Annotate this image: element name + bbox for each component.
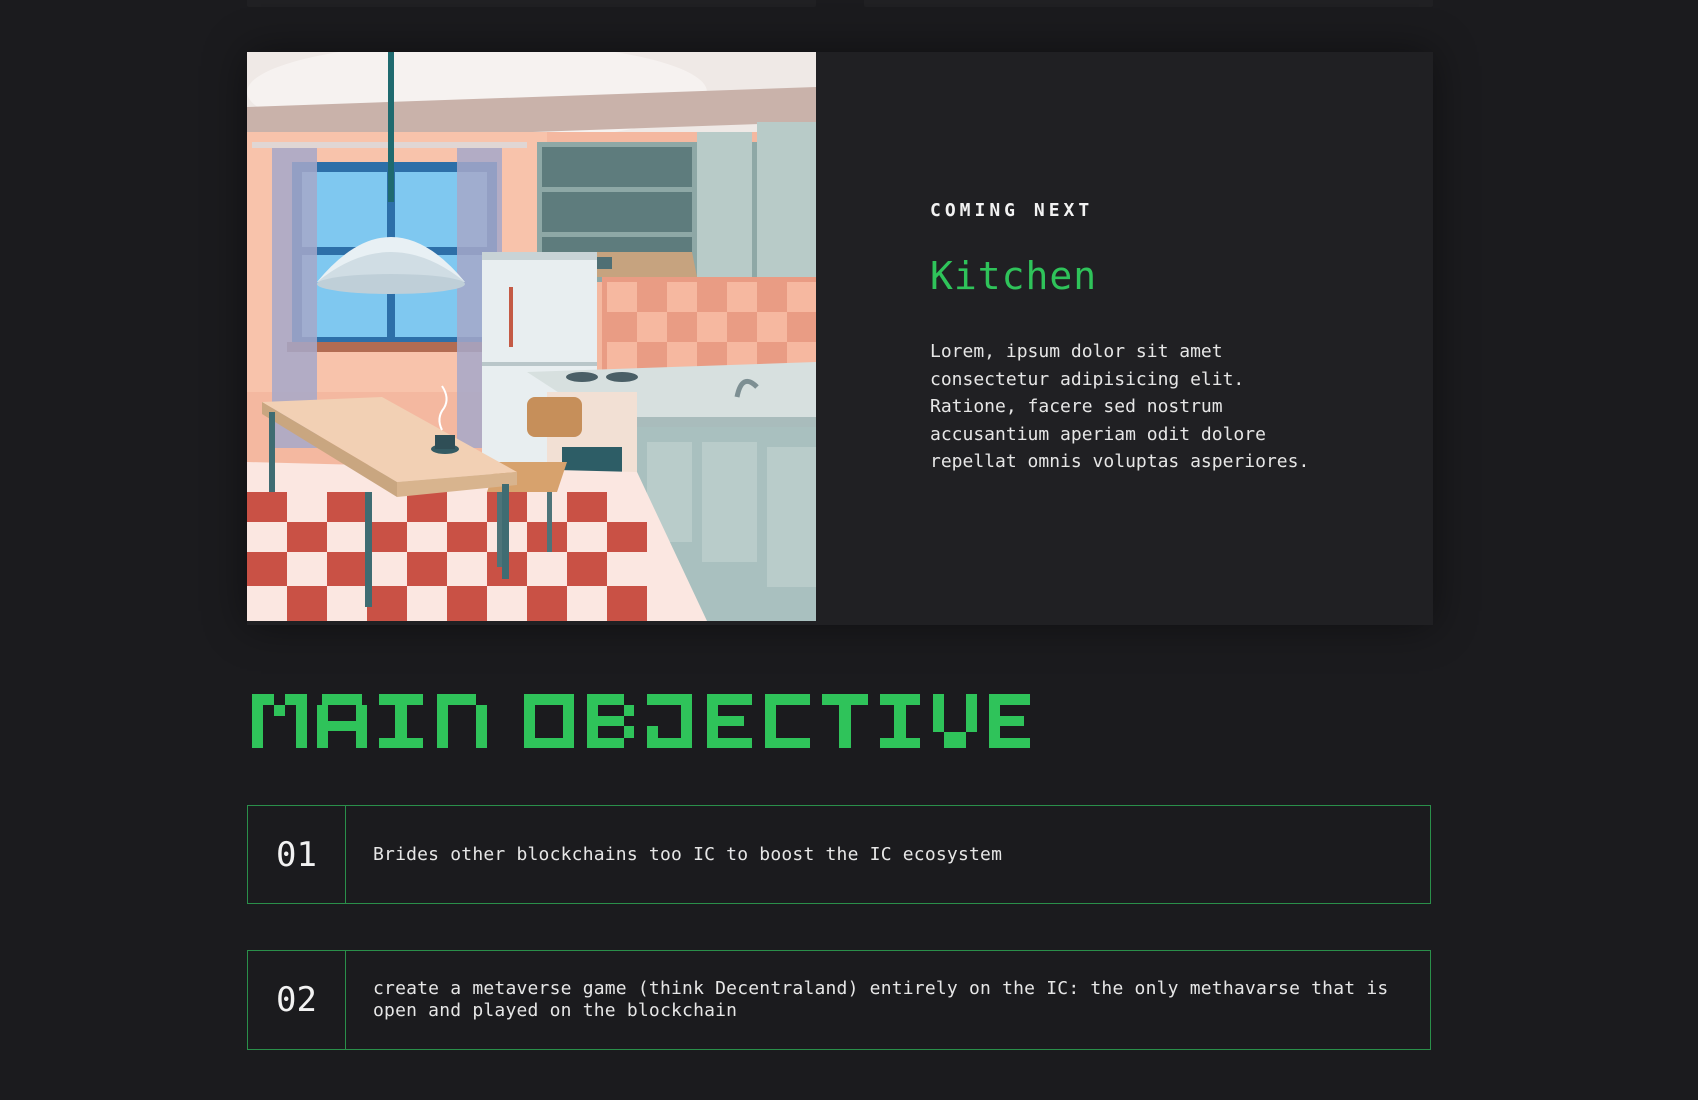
kitchen-illustration: [247, 52, 816, 621]
feature-title: Kitchen: [930, 254, 1098, 298]
feature-description: Lorem, ipsum dolor sit amet consectetur …: [930, 341, 1310, 472]
objective-number: 01: [248, 806, 346, 903]
main-objectives-heading: MAIN OBJECTIVES: [247, 688, 1037, 754]
coming-next-text: COMING NEXT Kitchen Lorem, ipsum dolor s…: [816, 52, 1340, 625]
objective-number: 02: [248, 951, 346, 1049]
coming-next-label: COMING NEXT: [930, 200, 1094, 221]
objective-item: 01 Brides other blockchains too IC to bo…: [247, 805, 1431, 904]
page: COMING NEXT Kitchen Lorem, ipsum dolor s…: [0, 0, 1698, 1100]
coming-next-card: COMING NEXT Kitchen Lorem, ipsum dolor s…: [247, 52, 1433, 625]
pixel-title-graphic: [252, 694, 1030, 748]
previous-card-left: [247, 0, 816, 7]
objective-text: Brides other blockchains too IC to boost…: [373, 843, 1003, 865]
objective-text: create a metaverse game (think Decentral…: [373, 978, 1389, 1021]
objective-item: 02 create a metaverse game (think Decent…: [247, 950, 1431, 1050]
previous-card-right: [864, 0, 1433, 7]
